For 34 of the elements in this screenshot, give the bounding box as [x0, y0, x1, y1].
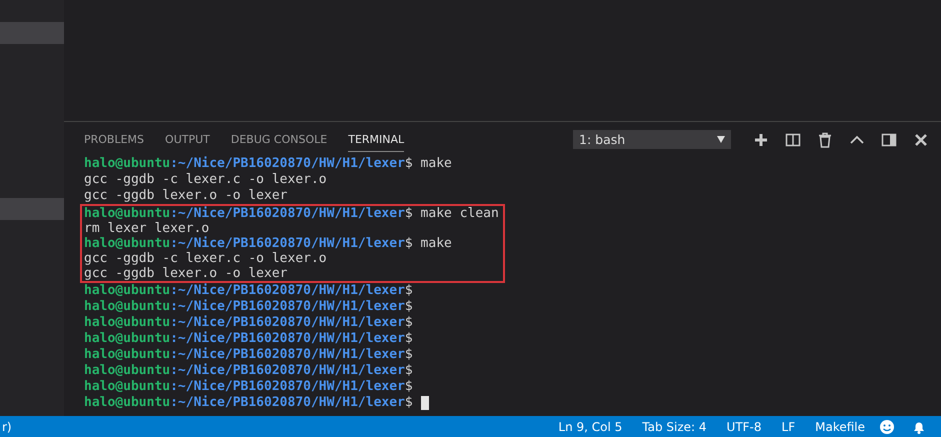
dropdown-caret-icon: [717, 136, 725, 143]
status-item[interactable]: Tab Size: 4: [642, 420, 707, 434]
panel-tab[interactable]: PROBLEMS: [84, 128, 144, 152]
status-item[interactable]: Ln 9, Col 5: [558, 420, 622, 434]
panel-tab[interactable]: OUTPUT: [165, 128, 210, 152]
split-terminal-icon[interactable]: [785, 132, 801, 148]
panel-tab[interactable]: TERMINAL: [348, 128, 404, 152]
panel-layout-icon[interactable]: [881, 132, 897, 148]
terminal-line: halo@ubuntu:~/Nice/PB16020870/HW/H1/lexer$: [84, 315, 414, 331]
terminal-line: gcc -ggdb -c lexer.c -o lexer.o: [84, 172, 328, 188]
add-terminal-icon[interactable]: [753, 132, 769, 148]
smiley-icon[interactable]: [879, 418, 895, 434]
terminal-line: halo@ubuntu:~/Nice/PB16020870/HW/H1/lexer$: [84, 283, 414, 299]
status-item: r): [2, 420, 12, 434]
terminal-dropdown[interactable]: 1: bash: [573, 130, 731, 149]
terminal-line: halo@ubuntu:~/Nice/PB16020870/HW/H1/lexer$: [84, 379, 414, 395]
terminal-line: gcc -ggdb lexer.o -o lexer: [84, 188, 288, 204]
terminal-line: halo@ubuntu:~/Nice/PB16020870/HW/H1/lexer$: [84, 363, 414, 379]
status-item[interactable]: Makefile: [815, 420, 865, 434]
status-item[interactable]: LF: [782, 420, 796, 434]
terminal-line: halo@ubuntu:~/Nice/PB16020870/HW/H1/lexer$ make: [84, 236, 453, 251]
panel-tab[interactable]: DEBUG CONSOLE: [230, 128, 328, 152]
terminal-line: halo@ubuntu:~/Nice/PB16020870/HW/H1/lexer$: [84, 331, 414, 347]
close-icon[interactable]: [913, 132, 929, 148]
trash-icon[interactable]: [817, 132, 833, 148]
status-item[interactable]: UTF-8: [726, 420, 762, 434]
terminal-line: halo@ubuntu:~/Nice/PB16020870/HW/H1/lexer$: [84, 347, 414, 363]
terminal-line: rm lexer lexer.o: [84, 221, 210, 236]
terminal-line: halo@ubuntu:~/Nice/PB16020870/HW/H1/lexer$: [84, 299, 414, 315]
terminal-line: gcc -ggdb lexer.o -o lexer: [84, 266, 288, 281]
terminal-line: halo@ubuntu:~/Nice/PB16020870/HW/H1/lexer$ make clean: [84, 206, 499, 221]
terminal-line: halo@ubuntu:~/Nice/PB16020870/HW/H1/lexer$ make: [84, 156, 452, 172]
terminal-line: halo@ubuntu:~/Nice/PB16020870/HW/H1/lexer$: [84, 395, 429, 411]
terminal-line: gcc -ggdb -c lexer.c -o lexer.o: [84, 251, 328, 266]
